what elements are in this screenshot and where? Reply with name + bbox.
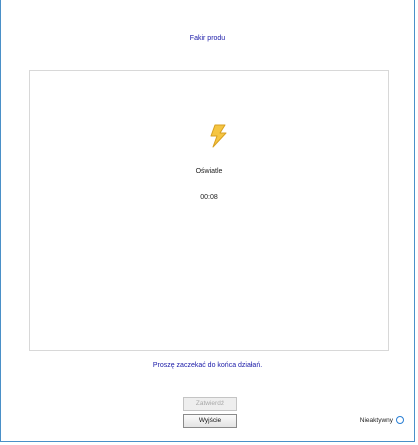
status-ring-icon — [396, 416, 404, 424]
app-window: Fakir produ Oświatle 00:08 Proszę zaczek… — [0, 0, 415, 442]
wait-message: Proszę zaczekać do końca działań. — [152, 362, 263, 369]
main-panel: Oświatle 00:08 — [29, 70, 389, 351]
header-link[interactable]: Fakir produ — [1, 35, 414, 42]
exit-button[interactable]: Wyjście — [183, 414, 237, 428]
connection-status: Nieaktywny — [360, 416, 404, 424]
confirm-button[interactable]: Zatwierdź — [183, 397, 237, 411]
connection-status-label: Nieaktywny — [359, 416, 393, 424]
status-label: Oświatle — [195, 168, 223, 175]
lightning-bolt-icon — [210, 124, 227, 148]
elapsed-timer: 00:08 — [200, 194, 218, 201]
